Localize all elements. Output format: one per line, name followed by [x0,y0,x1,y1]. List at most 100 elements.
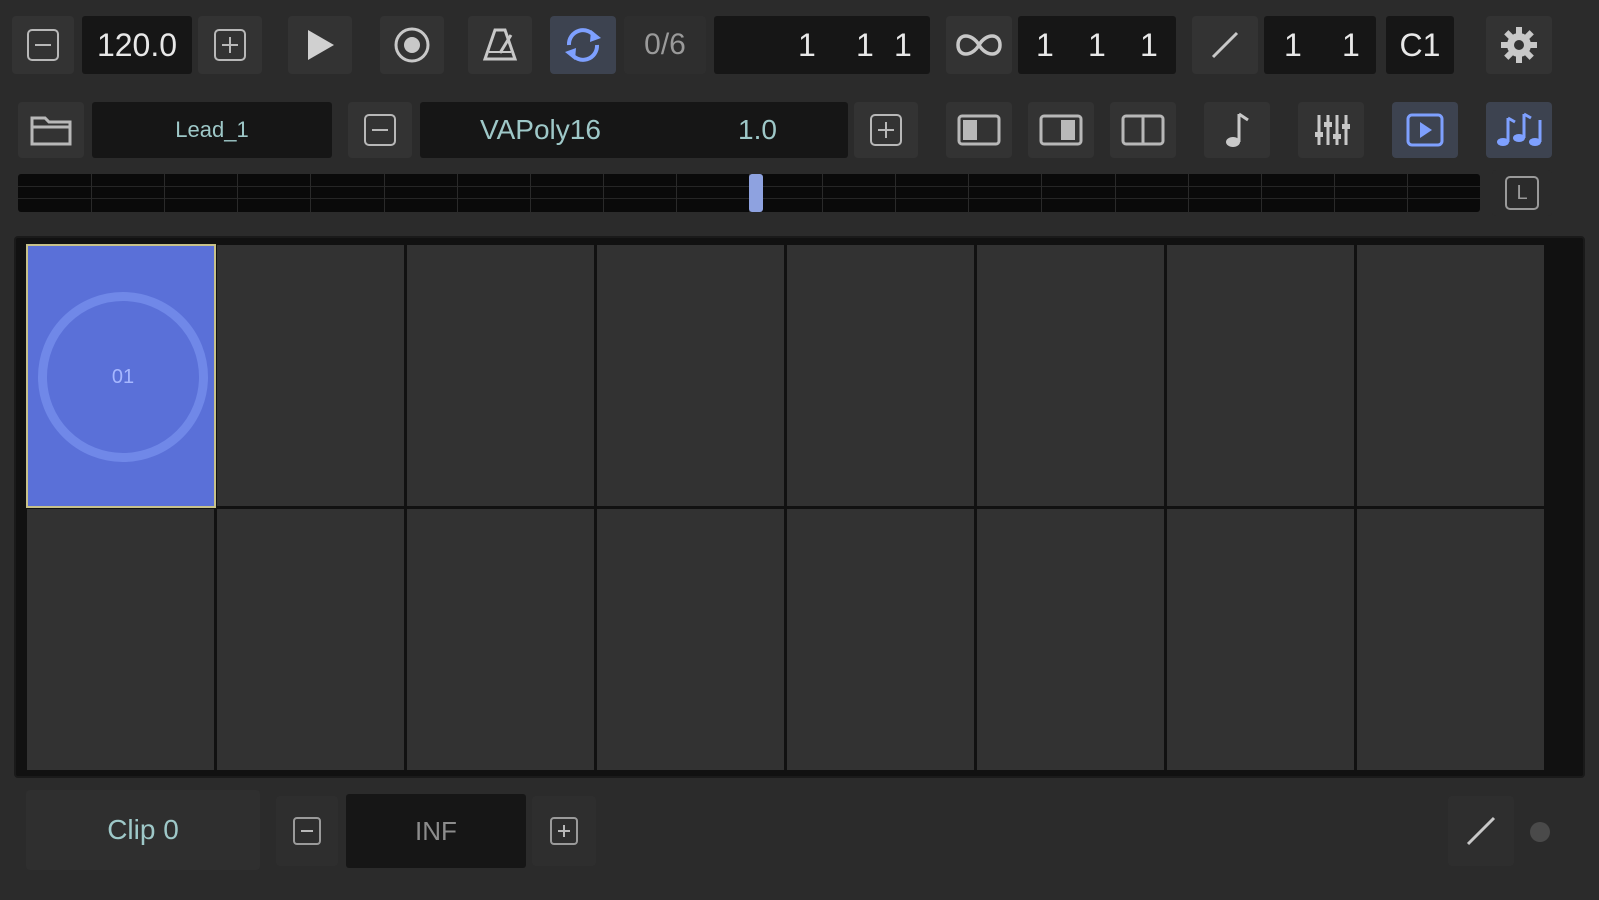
tempo-increase-button[interactable] [198,16,262,74]
step-count-value: 0/6 [644,28,686,61]
clip-cell[interactable] [977,509,1164,770]
draw-mode-button[interactable] [1192,16,1258,74]
ruler-tick [91,174,92,212]
view-center-panel-button[interactable] [1028,102,1094,158]
instrument-decrease-button[interactable] [348,102,412,158]
edit-clip-button[interactable] [1448,796,1514,866]
repeat-field[interactable]: INF [346,794,526,868]
ruler-tick [1407,174,1408,212]
minus-icon [293,817,321,845]
ruler-tick [895,174,896,212]
ruler-tick [237,174,238,212]
clip-name-field[interactable]: Clip 0 [26,790,260,870]
clip-cell[interactable] [407,509,594,770]
position-tick: 1 [894,26,912,63]
loop-toggle-button[interactable] [946,16,1012,74]
loop-length-field[interactable]: 1 1 1 [1018,16,1176,74]
clip-cell[interactable] [1357,245,1544,506]
position-beat: 1 [856,26,874,63]
panel-center-icon [1039,114,1083,146]
ruler-tick [822,174,823,212]
mixer-view-button[interactable] [1298,102,1364,158]
status-dot [1530,822,1550,842]
repeat-decrease-button[interactable] [276,796,338,866]
view-split-panel-button[interactable] [1110,102,1176,158]
loop-sync-button[interactable] [550,16,616,74]
clip-progress-ring: 01 [38,292,208,462]
notes-view-button[interactable] [1486,102,1552,158]
ruler-tick [457,174,458,212]
panel-split-icon [1121,114,1165,146]
repeat-value: INF [415,815,457,846]
metronome-icon [482,28,518,61]
loop-length-beat: 1 [1088,26,1106,63]
clip-cell[interactable] [787,509,974,770]
view-left-panel-button[interactable] [946,102,1012,158]
clip-cell[interactable] [1357,509,1544,770]
loop-length-tick: 1 [1140,26,1158,63]
play-view-button[interactable] [1392,102,1458,158]
ruler-tick [1261,174,1262,212]
plus-icon [214,29,246,61]
lock-label: L [1516,181,1528,204]
instrument-field[interactable]: VAPoly16 1.0 [420,102,848,158]
ruler-tick [968,174,969,212]
record-button[interactable] [380,16,444,74]
tempo-decrease-button[interactable] [12,16,74,74]
step-counter: 0/6 [624,16,706,74]
tempo-value: 120.0 [96,26,178,63]
play-icon [308,30,334,60]
ruler-tick [1041,174,1042,212]
instrument-name: VAPoly16 [480,114,601,145]
pencil-icon [1466,816,1496,846]
ruler-tick [1115,174,1116,212]
instrument-increase-button[interactable] [854,102,918,158]
clip-cell[interactable] [597,509,784,770]
panel-left-icon [957,114,1001,146]
note-icon [1226,112,1249,147]
note-view-button[interactable] [1204,102,1270,158]
clip-cell[interactable] [1167,245,1354,506]
ruler-tick [1188,174,1189,212]
clip-cell[interactable] [217,509,404,770]
open-folder-button[interactable] [18,102,84,158]
metronome-button[interactable] [468,16,532,74]
repeat-increase-button[interactable] [532,796,596,866]
mixer-icon [1315,115,1350,145]
ruler-tick [1334,174,1335,212]
quantize-field[interactable]: 1 1 [1264,16,1376,74]
gear-icon [1501,27,1537,63]
root-note-field[interactable]: C1 [1386,16,1454,74]
clip-name: Clip 0 [107,814,179,845]
settings-button[interactable] [1486,16,1552,74]
clip-cell-selected[interactable]: 01 [26,244,216,508]
lock-button[interactable]: L [1492,170,1552,216]
ruler-tick [310,174,311,212]
tempo-field[interactable]: 120.0 [82,16,192,74]
clip-cell[interactable] [27,509,214,770]
ruler-tick [530,174,531,212]
clip-grid: 01 [14,236,1585,778]
ruler-tick [603,174,604,212]
minus-icon [27,29,59,61]
lock-icon: L [1505,176,1539,210]
ruler-tick [676,174,677,212]
clip-cell[interactable] [597,245,784,506]
play-view-icon [1406,113,1444,147]
playhead-handle[interactable] [749,174,763,212]
play-button[interactable] [288,16,352,74]
position-field[interactable]: 1 1 1 [714,16,930,74]
notes-icon [1497,112,1542,146]
clip-cell[interactable] [787,245,974,506]
position-bar: 1 [798,26,816,63]
clip-cell[interactable] [1167,509,1354,770]
root-note-value: C1 [1399,26,1441,63]
clip-cell[interactable] [977,245,1164,506]
record-icon [394,27,430,63]
track-name-field[interactable]: Lead_1 [92,102,332,158]
ruler-tick [384,174,385,212]
clip-cell[interactable] [407,245,594,506]
folder-icon [30,116,72,146]
clip-cell[interactable] [217,245,404,506]
quantize-b: 1 [1342,26,1360,63]
